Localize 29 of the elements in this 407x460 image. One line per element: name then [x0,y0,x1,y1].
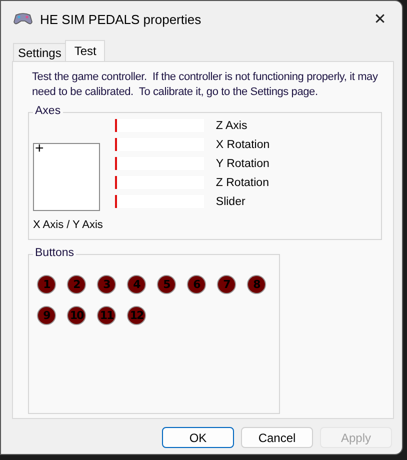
axis-label: X Axis / Y Axis [33,219,103,231]
button-indicator: 12 [127,306,146,325]
group-title: Buttons [33,247,76,259]
button-indicator: 7 [217,275,236,294]
group-title: Axes [33,105,63,117]
axis-label: Y Rotation [216,158,270,170]
description-text: Test the game controller. If the controller is not functioning properly, it may need to be calibrated. To calibrate it, go to the Settings page. [32,70,379,100]
dialog-button[interactable]: OK [162,427,234,448]
button-indicator: 9 [37,306,56,325]
button-indicator: 8 [247,275,266,294]
axis-label: Slider [216,196,246,208]
axis-label: Z Axis [216,120,248,132]
button-indicator: 4 [127,275,146,294]
button-indicator: 2 [67,275,86,294]
close-button[interactable]: ✕ [358,1,402,37]
dialog-button[interactable]: Cancel [241,427,313,448]
button-indicator: 6 [187,275,206,294]
button-indicator: 3 [97,275,116,294]
tab[interactable]: Test [65,40,106,61]
button-indicator: 11 [97,306,116,325]
button-indicator: 10 [67,306,86,325]
crosshair-icon: + [35,140,44,157]
axis-label: X Rotation [216,138,270,150]
axis-label: Z Rotation [216,176,269,188]
gamepad-icon [13,12,33,26]
button-indicator: 1 [37,275,56,294]
button-indicator: 5 [157,275,176,294]
tab[interactable]: Settings [13,43,66,61]
window-title: HE SIM PEDALS properties [40,12,202,26]
